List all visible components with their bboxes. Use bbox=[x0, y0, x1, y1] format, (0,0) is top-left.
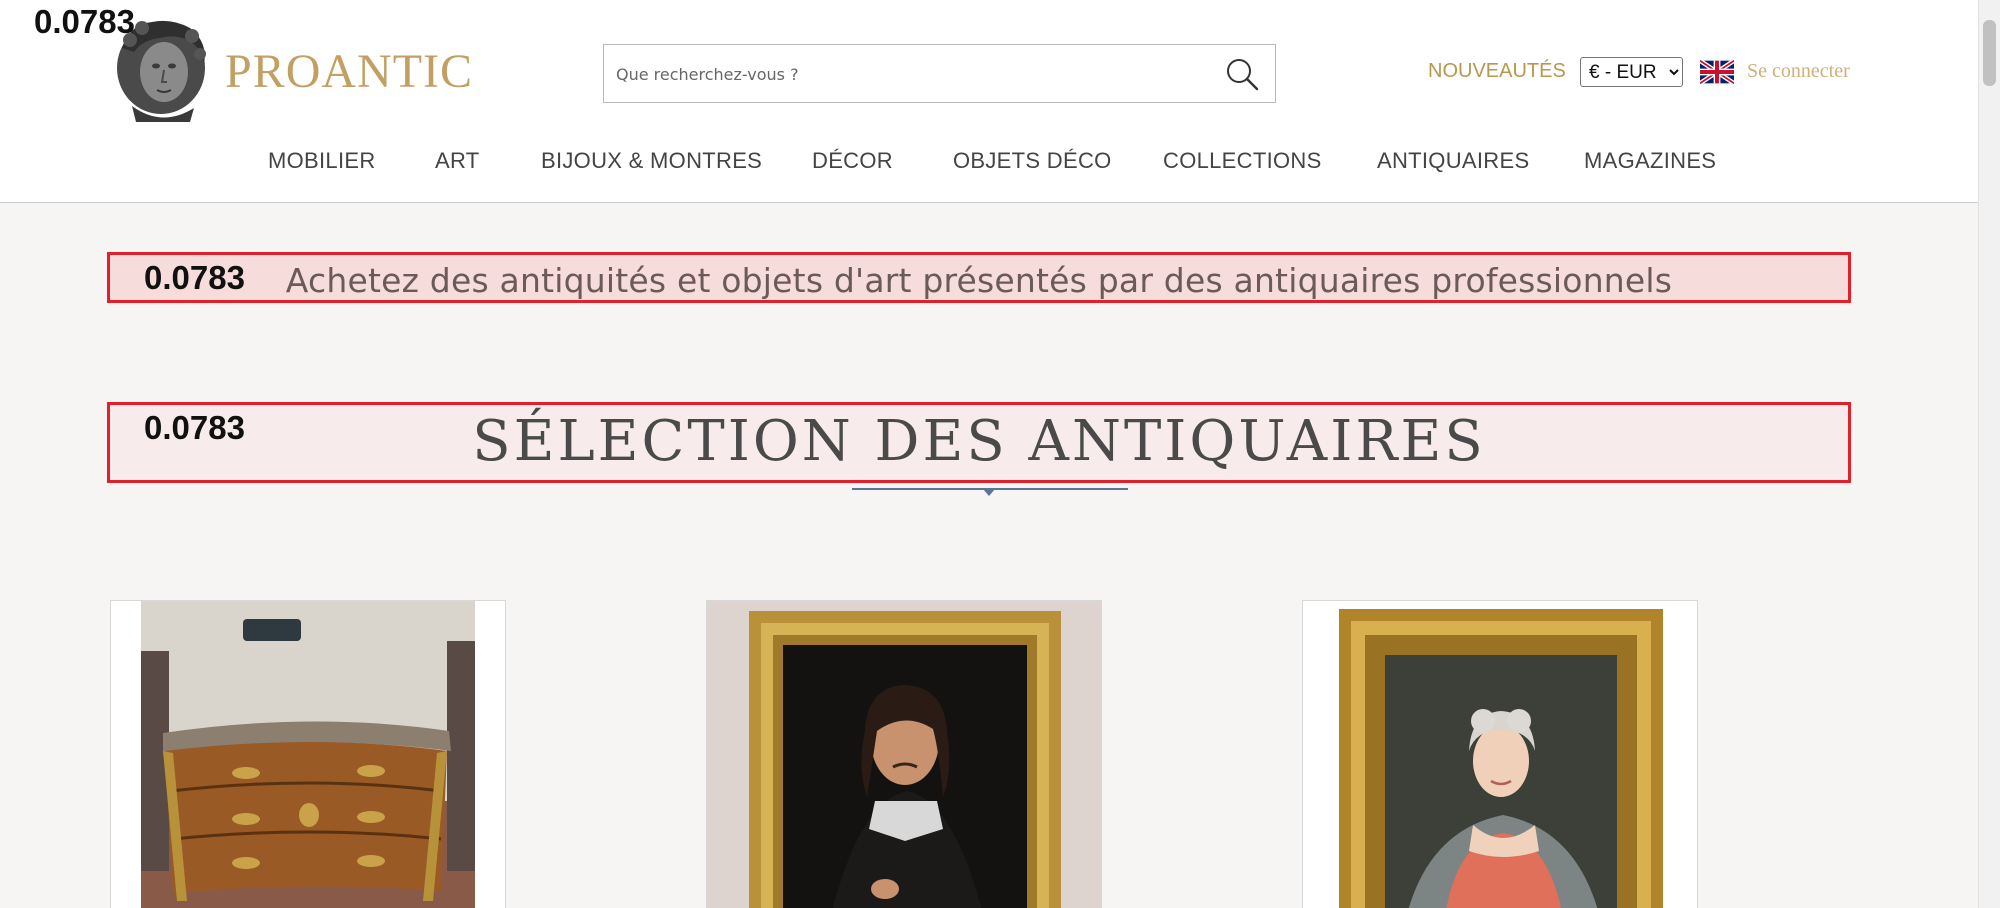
page: 0.0783 PROANTIC NOUVEAUTÉS € - EUR Se co… bbox=[0, 0, 2000, 908]
overlay-score-label: 0.0783 bbox=[34, 3, 135, 40]
search-icon[interactable] bbox=[1223, 55, 1261, 93]
nav-item-antiquaires[interactable]: ANTIQUAIRES bbox=[1377, 148, 1529, 174]
uk-flag-icon[interactable] bbox=[1700, 60, 1734, 84]
nav-item-mobilier[interactable]: MOBILIER bbox=[268, 148, 376, 174]
nav-item-decor[interactable]: DÉCOR bbox=[812, 148, 893, 174]
commode-image bbox=[141, 601, 475, 908]
tagline-banner: 0.0783 Achetez des antiquités et objets … bbox=[107, 252, 1851, 303]
search-input[interactable] bbox=[616, 57, 1196, 91]
section-title: SÉLECTION DES ANTIQUAIRES bbox=[472, 409, 1486, 474]
section-title-banner: 0.0783 SÉLECTION DES ANTIQUAIRES bbox=[107, 402, 1851, 483]
main-nav: MOBILIER ART BIJOUX & MONTRES DÉCOR OBJE… bbox=[0, 148, 1978, 178]
currency-select[interactable]: € - EUR bbox=[1580, 57, 1683, 87]
scrollbar-thumb[interactable] bbox=[1983, 20, 1996, 86]
nav-item-art[interactable]: ART bbox=[435, 148, 480, 174]
nav-item-bijoux-montres[interactable]: BIJOUX & MONTRES bbox=[541, 148, 762, 174]
nav-item-collections[interactable]: COLLECTIONS bbox=[1163, 148, 1322, 174]
product-card-portrait-man[interactable] bbox=[706, 600, 1102, 908]
portrait-man-image bbox=[707, 601, 1101, 908]
search-box bbox=[603, 44, 1276, 103]
title-caret-icon bbox=[983, 489, 995, 496]
portrait-woman-image bbox=[1303, 601, 1697, 908]
nav-item-objets-deco[interactable]: OBJETS DÉCO bbox=[953, 148, 1112, 174]
nav-item-magazines[interactable]: MAGAZINES bbox=[1584, 148, 1716, 174]
brand-logo-text[interactable]: PROANTIC bbox=[225, 44, 473, 99]
tagline-text: Achetez des antiquités et objets d'art p… bbox=[285, 261, 1673, 300]
login-link[interactable]: Se connecter bbox=[1747, 60, 1850, 83]
product-card-portrait-woman[interactable] bbox=[1302, 600, 1698, 908]
site-header: 0.0783 PROANTIC NOUVEAUTÉS € - EUR Se co… bbox=[0, 0, 1978, 203]
product-card-commode[interactable] bbox=[110, 600, 506, 908]
new-arrivals-link[interactable]: NOUVEAUTÉS bbox=[1428, 60, 1566, 83]
page-scrollbar[interactable] bbox=[1978, 0, 2000, 908]
